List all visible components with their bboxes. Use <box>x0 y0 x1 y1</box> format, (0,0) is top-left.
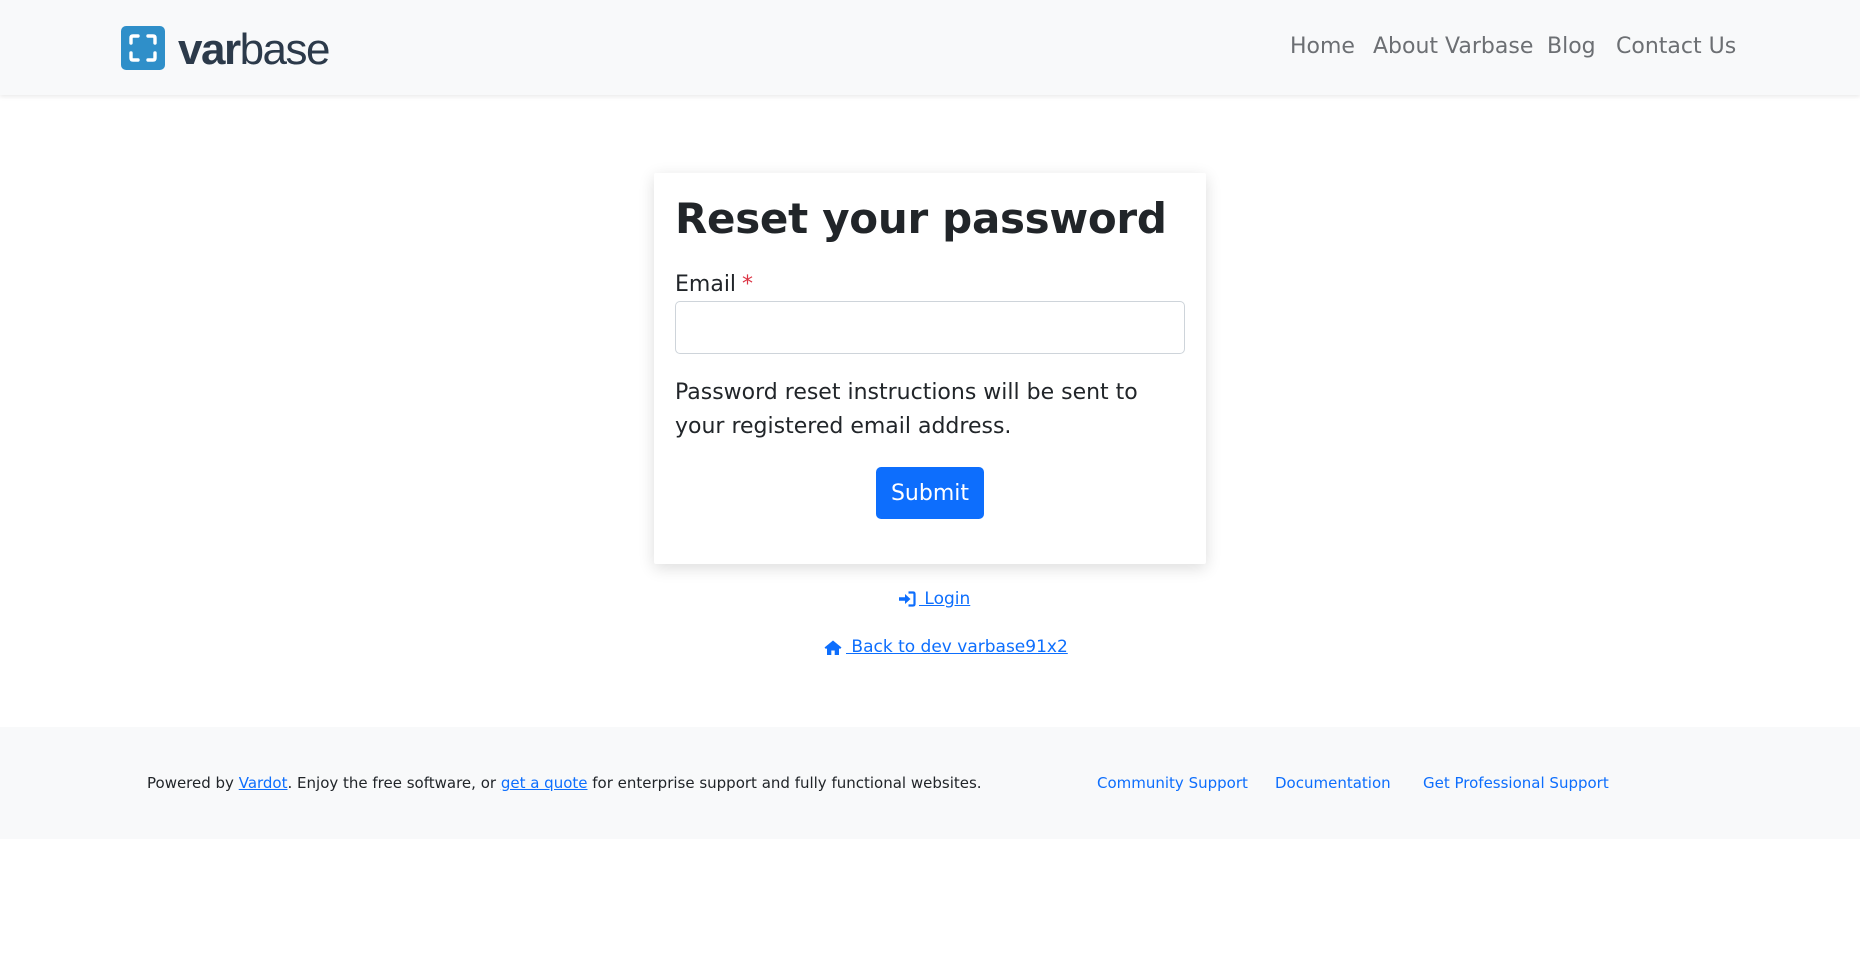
nav-link-about-varbase[interactable]: About Varbase <box>1373 30 1533 64</box>
sign-in-icon <box>899 591 916 607</box>
email-label: Email * <box>675 270 753 300</box>
email-field[interactable] <box>675 301 1185 354</box>
main-nav: Home About Varbase Blog Contact Us <box>0 30 1860 64</box>
get-a-quote-link[interactable]: get a quote <box>501 774 588 792</box>
login-link[interactable]: Login <box>898 587 970 611</box>
footer-link-documentation[interactable]: Documentation <box>1275 772 1391 794</box>
footer-suffix-text: for enterprise support and fully functio… <box>587 774 982 792</box>
required-marker: * <box>742 272 754 297</box>
footer-link-professional-support[interactable]: Get Professional Support <box>1423 772 1609 794</box>
nav-link-home[interactable]: Home <box>1290 30 1355 64</box>
footer-link-community-support[interactable]: Community Support <box>1097 772 1248 794</box>
email-label-text: Email <box>675 272 737 297</box>
footer-middle-text: . Enjoy the free software, or <box>287 774 501 792</box>
vardot-link[interactable]: Vardot <box>239 774 288 792</box>
page-title: Reset your password <box>675 194 1167 243</box>
back-to-site-label: Back to dev varbase91x2 <box>846 637 1068 657</box>
site-footer: Powered by Vardot. Enjoy the free softwa… <box>0 727 1860 839</box>
footer-powered-prefix: Powered by <box>147 774 239 792</box>
back-to-site-link[interactable]: Back to dev varbase91x2 <box>823 635 1068 659</box>
reset-password-card: Reset your password Email * Password rese… <box>654 173 1206 564</box>
nav-link-blog[interactable]: Blog <box>1547 30 1596 64</box>
footer-credits: Powered by Vardot. Enjoy the free softwa… <box>147 772 982 794</box>
nav-link-contact-us[interactable]: Contact Us <box>1616 30 1736 64</box>
site-header: varbase Home About Varbase Blog Contact … <box>0 0 1860 95</box>
login-link-label: Login <box>919 589 971 609</box>
home-icon <box>824 640 842 655</box>
email-help-text: Password reset instructions will be sent… <box>675 380 1138 439</box>
submit-button[interactable]: Submit <box>876 467 984 519</box>
